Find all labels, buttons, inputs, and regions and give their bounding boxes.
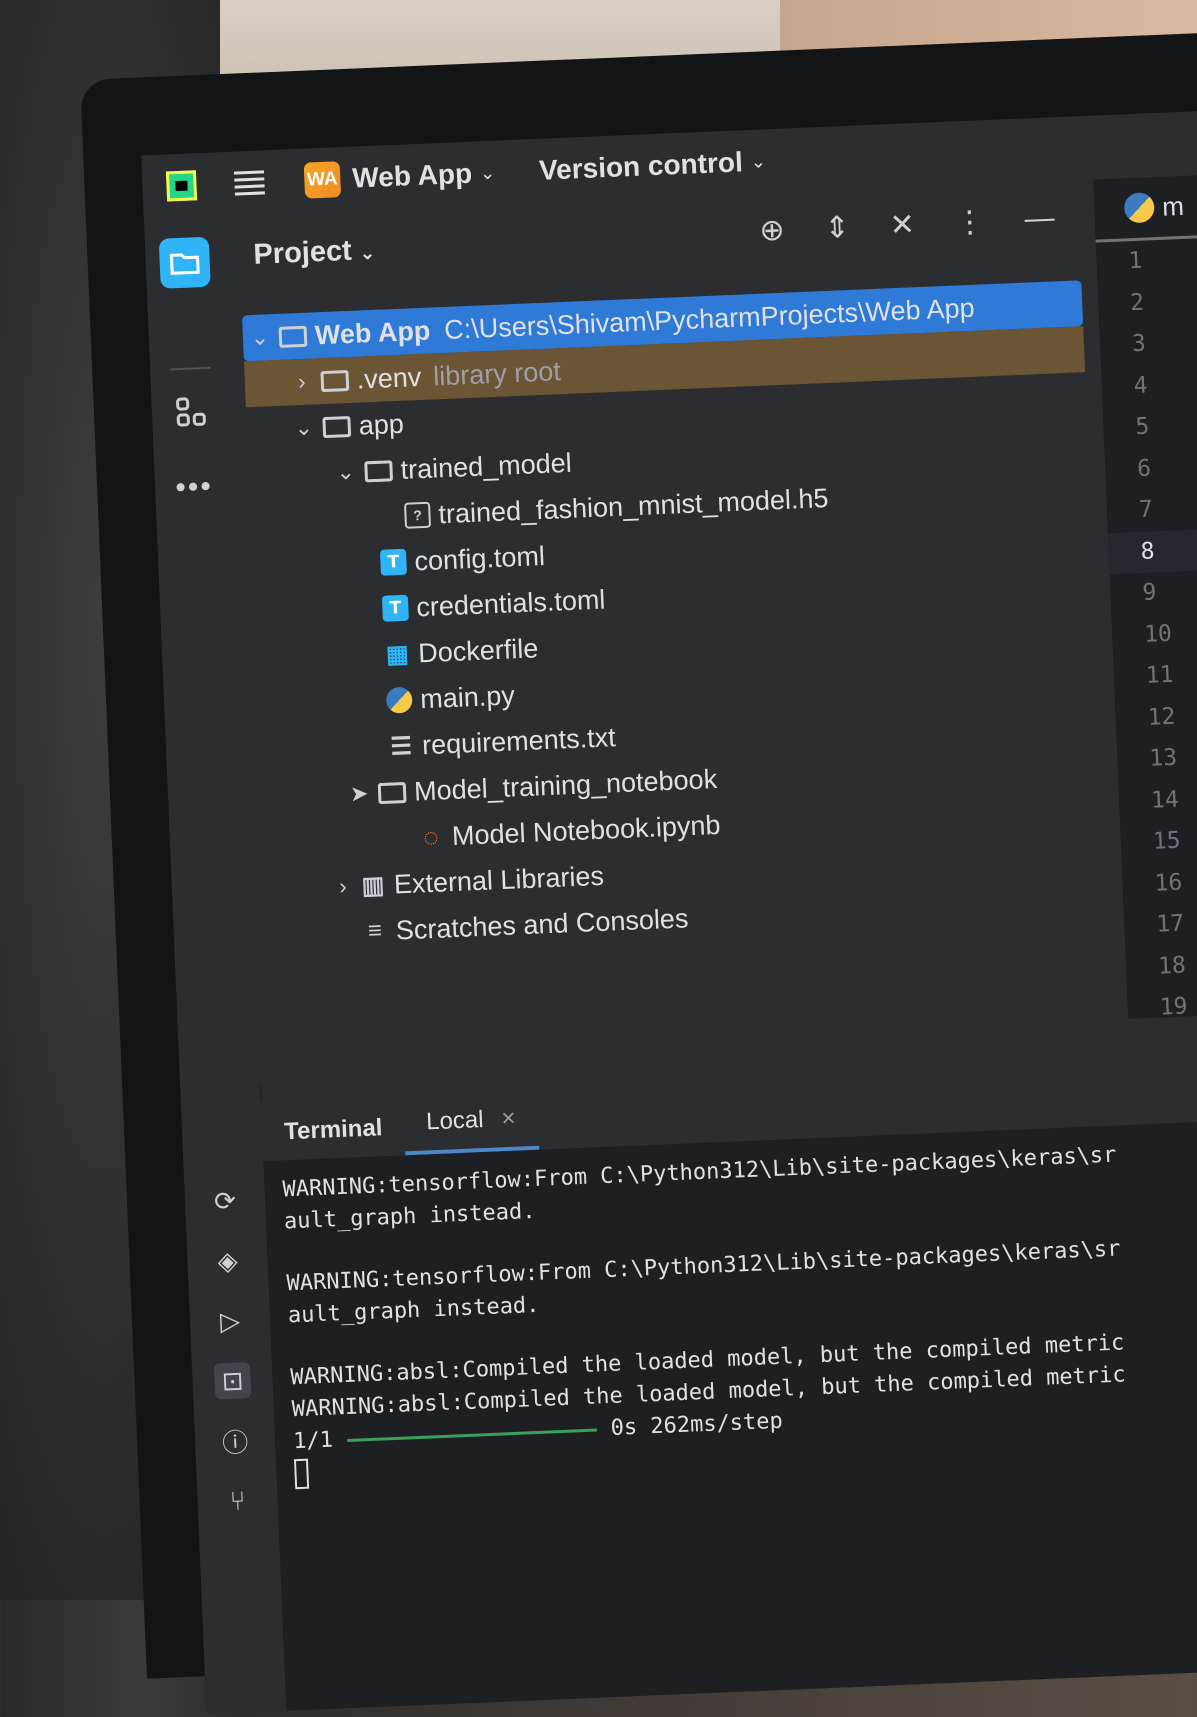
structure-glyph xyxy=(176,397,206,427)
ide-window: WA Web App ⌄ Version control ⌄ ••• Proje… xyxy=(141,107,1197,1715)
docker-icon: ▦ xyxy=(385,640,410,669)
terminal-title[interactable]: Terminal xyxy=(262,1113,406,1161)
toml-file-icon: T xyxy=(379,548,408,576)
folder-icon[interactable] xyxy=(158,236,211,289)
line-number[interactable]: 6 xyxy=(1104,442,1197,491)
line-number[interactable]: 13 xyxy=(1117,732,1197,781)
progress-count: 1/1 xyxy=(292,1427,334,1455)
line-number[interactable]: 17 xyxy=(1124,898,1197,947)
file-label: Dockerfile xyxy=(417,632,539,668)
line-number[interactable]: 4 xyxy=(1101,359,1197,408)
line-number[interactable]: 18 xyxy=(1125,940,1197,989)
problems-icon[interactable]: ⓘ xyxy=(216,1422,253,1459)
mouse-cursor-icon: ➤ xyxy=(349,780,369,807)
file-label: requirements.txt xyxy=(421,721,617,760)
line-number[interactable]: 8 xyxy=(1107,524,1197,575)
line-number[interactable]: 10 xyxy=(1111,608,1197,657)
minimize-icon[interactable]: — xyxy=(1024,201,1055,237)
text-file-icon: ☰ xyxy=(389,732,413,761)
folder-icon xyxy=(320,369,350,392)
chevron-down-icon[interactable]: ⌄ xyxy=(332,459,359,486)
folder-icon xyxy=(377,781,407,804)
layers-icon[interactable]: ◈ xyxy=(209,1242,246,1279)
terminal-icon[interactable]: ⊡ xyxy=(213,1362,252,1400)
terminal-output[interactable]: WARNING:tensorflow:From C:\Python312\Lib… xyxy=(263,1116,1197,1715)
chevron-down-icon[interactable]: ⌄ xyxy=(750,151,766,173)
kebab-menu-icon[interactable]: ⋮ xyxy=(954,204,985,240)
project-badge[interactable]: WA xyxy=(303,161,342,199)
scratches-icon: ≡ xyxy=(367,917,383,945)
folder-icon xyxy=(278,325,308,348)
version-control-menu[interactable]: Version control xyxy=(538,146,743,187)
venv-name: .venv xyxy=(356,361,422,395)
venv-note: library root xyxy=(432,355,562,391)
line-number[interactable]: 11 xyxy=(1113,649,1197,698)
folder-label: Model_training_notebook xyxy=(413,763,718,807)
line-number[interactable]: 14 xyxy=(1118,774,1197,823)
text-cursor xyxy=(293,1458,310,1490)
library-icon: ▥ xyxy=(361,871,385,900)
pycharm-logo-icon[interactable] xyxy=(165,170,198,202)
expand-all-icon[interactable]: ⇕ xyxy=(824,210,851,246)
line-number[interactable]: 5 xyxy=(1103,401,1197,450)
line-number[interactable]: 7 xyxy=(1106,483,1197,532)
close-icon[interactable]: × xyxy=(501,1105,516,1134)
folder-label: app xyxy=(358,408,405,441)
node-label: External Libraries xyxy=(393,860,605,900)
hamburger-menu-icon[interactable] xyxy=(233,170,265,196)
python-console-icon[interactable]: ⟳ xyxy=(206,1182,243,1219)
line-number[interactable]: 2 xyxy=(1097,276,1197,325)
panel-title[interactable]: Project ⌄ xyxy=(253,234,376,272)
folder-icon xyxy=(322,415,352,438)
project-folder-glyph xyxy=(169,253,200,275)
chevron-down-icon[interactable]: ⌄ xyxy=(290,414,317,441)
file-label: Model Notebook.ipynb xyxy=(451,809,722,851)
file-label: credentials.toml xyxy=(415,583,606,622)
project-tree: ⌄ Web App C:\Users\Shivam\PycharmProject… xyxy=(242,280,1108,959)
file-label: config.toml xyxy=(413,540,546,576)
crosshair-icon[interactable]: ⊕ xyxy=(759,213,786,249)
python-file-icon xyxy=(385,686,413,714)
folder-icon xyxy=(364,459,394,482)
more-dots-icon[interactable]: ••• xyxy=(168,462,220,514)
panel-toolbar: ⊕ ⇕ ✕ ⋮ — xyxy=(759,201,1056,248)
git-icon[interactable]: ⑂ xyxy=(219,1482,256,1519)
chevron-down-icon[interactable]: ⌄ xyxy=(359,243,375,264)
collapse-all-icon[interactable]: ✕ xyxy=(889,207,916,243)
project-switcher[interactable]: Web App xyxy=(352,158,473,195)
project-tool-window: Project ⌄ ⊕ ⇕ ✕ ⋮ — ⌄ Web App C:\Users\S… xyxy=(223,180,1120,1086)
rail-divider xyxy=(170,366,211,371)
line-number[interactable]: 3 xyxy=(1099,318,1197,367)
python-file-icon xyxy=(1123,192,1155,224)
laptop-bezel: WA Web App ⌄ Version control ⌄ ••• Proje… xyxy=(80,29,1197,1715)
tab-local-label: Local xyxy=(425,1106,485,1136)
line-number[interactable]: 16 xyxy=(1122,857,1197,906)
progress-bar xyxy=(346,1428,597,1442)
line-number[interactable]: 19 xyxy=(1127,981,1197,1030)
line-number[interactable]: 15 xyxy=(1120,815,1197,864)
jupyter-icon: ◌ xyxy=(422,821,440,852)
tab-local[interactable]: Local × xyxy=(403,1103,539,1156)
folder-label: trained_model xyxy=(399,447,573,485)
file-label: main.py xyxy=(419,679,516,714)
line-number[interactable]: 9 xyxy=(1110,566,1197,615)
unknown-file-icon: ? xyxy=(403,501,432,529)
chevron-down-icon[interactable]: ⌄ xyxy=(246,324,273,351)
editor-tab-label: m xyxy=(1161,190,1185,222)
line-number[interactable]: 1 xyxy=(1096,235,1197,284)
services-icon[interactable]: ▷ xyxy=(211,1302,248,1339)
toml-file-icon: T xyxy=(381,594,409,622)
node-label: Scratches and Consoles xyxy=(395,902,689,946)
root-name: Web App xyxy=(314,315,431,350)
chevron-right-icon[interactable]: › xyxy=(288,368,315,395)
line-number[interactable]: 12 xyxy=(1115,691,1197,740)
editor-tab[interactable]: m xyxy=(1093,172,1197,240)
chevron-right-icon[interactable]: › xyxy=(329,873,356,900)
structure-icon[interactable] xyxy=(165,387,217,439)
panel-title-label: Project xyxy=(252,234,353,271)
chevron-down-icon[interactable]: ⌄ xyxy=(480,162,496,184)
